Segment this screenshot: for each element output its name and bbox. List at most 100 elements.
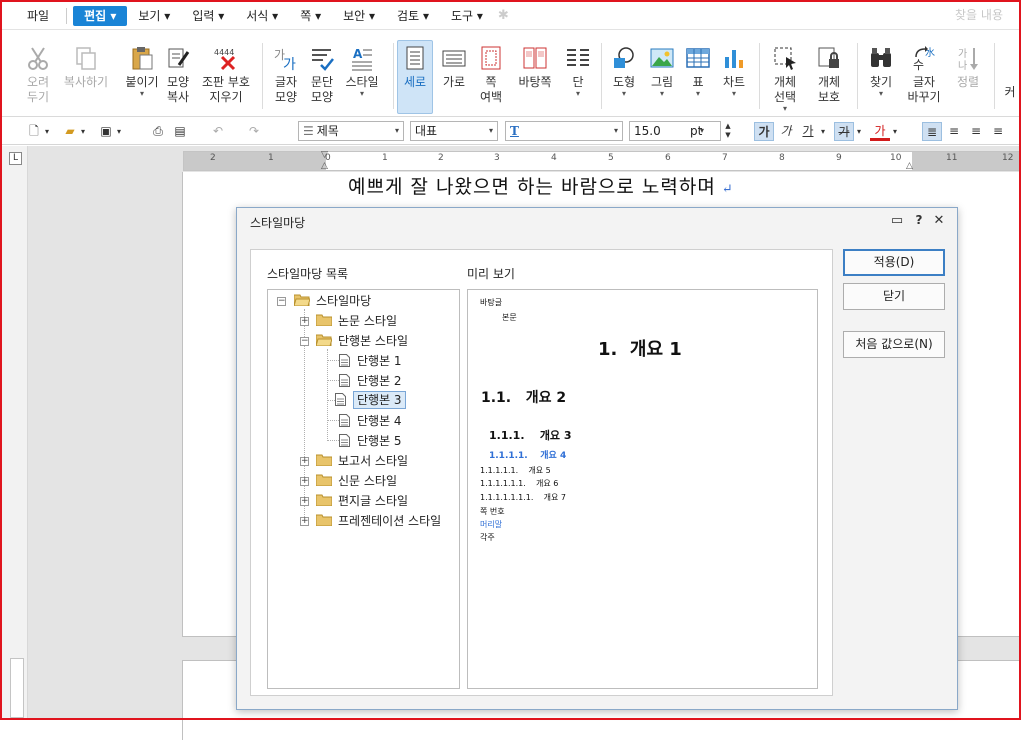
object-protect-button[interactable]: 개체 보호	[806, 41, 852, 115]
chevron-down-icon[interactable]: ▾	[42, 122, 52, 141]
style-select[interactable]: ☰ 제목 ▾	[298, 121, 404, 141]
strike-button[interactable]: 가	[834, 122, 854, 141]
preview-icon[interactable]: ▤	[170, 122, 190, 141]
columns-label: 단	[572, 75, 584, 89]
menu-view[interactable]: 보기 ▾	[127, 6, 181, 26]
tree-item-book-1[interactable]: 단행본 1	[339, 352, 402, 370]
tree-expand-toggle[interactable]: +	[300, 497, 309, 506]
typeset-code-remove-button[interactable]: 4444 조판 부호 지우기	[196, 41, 256, 115]
tree-group-book[interactable]: 단행본 스타일	[316, 332, 408, 350]
tree-item-book-5[interactable]: 단행본 5	[339, 432, 402, 450]
indent-marker-icon[interactable]: △	[321, 161, 328, 171]
dialog-minimize-icon[interactable]: ▭	[889, 213, 905, 228]
italic-button[interactable]: 가	[776, 122, 796, 141]
tree-expand-toggle[interactable]: +	[300, 517, 309, 526]
help-icon[interactable]: ?	[911, 213, 927, 227]
tree-group-letter[interactable]: 편지글 스타일	[316, 492, 408, 510]
landscape-label: 가로	[442, 75, 466, 89]
reset-button[interactable]: 처음 값으로(N)	[843, 331, 945, 358]
tree-group-newspaper[interactable]: 신문 스타일	[316, 472, 397, 490]
master-page-button[interactable]: 바탕쪽	[512, 41, 558, 115]
gear-icon[interactable]: ✱	[498, 8, 509, 23]
cut-button[interactable]: 오려 두기	[12, 41, 64, 115]
close-icon[interactable]: ✕	[931, 213, 947, 228]
ruler-number: 1	[268, 153, 274, 163]
menu-review[interactable]: 검토 ▾	[386, 6, 440, 26]
tree-collapse-toggle[interactable]: −	[300, 337, 309, 346]
style-tree[interactable]: − 스타일마당 + 논문 스타일 − 단행본 스타일 단행본 1 단행본 2 단…	[267, 289, 460, 689]
align-right-icon[interactable]: ≡	[988, 122, 1008, 141]
page-margin-button[interactable]: 쪽 여백	[470, 41, 512, 115]
chart-button[interactable]: 차트 ▾	[714, 41, 754, 115]
underline-button[interactable]: 가	[798, 122, 818, 141]
menu-edit[interactable]: 편집 ▾	[73, 5, 128, 26]
font-language-select[interactable]: 대표 ▾	[410, 121, 498, 141]
object-select-button[interactable]: 개체 선택 ▾	[762, 41, 808, 115]
chevron-down-icon[interactable]: ▾	[854, 122, 864, 141]
copy-button[interactable]: 복사하기	[58, 41, 114, 115]
save-icon[interactable]: ▣	[96, 122, 116, 141]
tree-group-paper[interactable]: 논문 스타일	[316, 312, 397, 330]
menu-page[interactable]: 쪽 ▾	[289, 6, 332, 26]
tree-item-book-2[interactable]: 단행본 2	[339, 372, 402, 390]
tree-collapse-toggle[interactable]: −	[277, 297, 286, 306]
tree-expand-toggle[interactable]: +	[300, 457, 309, 466]
ruler-tab-selector[interactable]: L	[9, 152, 22, 165]
ribbon-divider	[994, 43, 995, 109]
bold-button[interactable]: 가	[754, 122, 774, 141]
search-input[interactable]: 찾을 내용	[955, 6, 1003, 23]
menu-file[interactable]: 파일	[16, 6, 60, 26]
find-button[interactable]: 찾기 ▾	[858, 41, 904, 115]
tree-item-book-4[interactable]: 단행본 4	[339, 412, 402, 430]
menu-insert[interactable]: 입력 ▾	[181, 6, 235, 26]
font-color-button[interactable]: 가	[870, 122, 890, 141]
right-indent-marker-icon[interactable]: △	[906, 161, 913, 171]
landscape-button[interactable]: 가로	[434, 41, 474, 115]
close-button[interactable]: 닫기	[843, 283, 945, 310]
horizontal-ruler[interactable]: 2 1 0 1 2 3 4 5 6 7 8 9 10 11 12 ▽ △ △	[183, 150, 1021, 171]
dialog-titlebar[interactable]: 스타일마당 ▭ ? ✕	[237, 208, 957, 235]
tree-expand-toggle[interactable]: +	[300, 317, 309, 326]
font-name-select[interactable]: T ▾	[505, 121, 623, 141]
chevron-down-icon: ▾	[394, 126, 399, 135]
tree-root-item[interactable]: 스타일마당	[294, 292, 371, 310]
shape-button[interactable]: 도형 ▾	[604, 41, 644, 115]
tree-expand-toggle[interactable]: +	[300, 477, 309, 486]
table-button[interactable]: 표 ▾	[678, 41, 718, 115]
replace-button[interactable]: 수水 글자 바꾸기	[900, 41, 948, 115]
open-folder-icon[interactable]: ▰	[60, 122, 80, 141]
chevron-down-icon[interactable]: ▾	[114, 122, 124, 141]
preview-base: 바탕글	[480, 298, 503, 307]
ruler-number: 1	[382, 153, 388, 163]
tree-item-book-3[interactable]: 단행본 3	[335, 391, 406, 409]
portrait-button[interactable]: 세로	[397, 40, 433, 114]
align-justify-icon[interactable]: ≣	[922, 122, 942, 141]
columns-button[interactable]: 단 ▾	[558, 41, 598, 115]
picture-button[interactable]: 그림 ▾	[642, 41, 682, 115]
indent-marker-icon[interactable]: ▽	[321, 150, 328, 160]
document-text-line[interactable]: 예쁘게 잘 나왔으면 하는 바람으로 노력하며 ↵	[348, 172, 734, 199]
align-left-icon[interactable]: ≡	[944, 122, 964, 141]
align-center-icon[interactable]: ≡	[966, 122, 986, 141]
menu-tools[interactable]: 도구 ▾	[440, 6, 494, 26]
vertical-ruler	[10, 658, 24, 718]
chevron-down-icon[interactable]: ▾	[78, 122, 88, 141]
chevron-down-icon[interactable]: ▾	[890, 122, 900, 141]
apply-button[interactable]: 적용(D)	[843, 249, 945, 276]
print-icon[interactable]: ⎙	[148, 122, 168, 141]
font-size-field[interactable]: 15.0 pt ▾	[629, 121, 721, 141]
new-document-icon[interactable]: 🗋	[24, 122, 44, 141]
style-button[interactable]: A 스타일 ▾	[336, 41, 388, 115]
redo-icon[interactable]: ↷	[244, 122, 264, 141]
tree-group-report[interactable]: 보고서 스타일	[316, 452, 408, 470]
chevron-down-icon[interactable]: ▾	[818, 122, 828, 141]
sort-button[interactable]: 가나 정렬	[946, 41, 990, 115]
menu-format[interactable]: 서식 ▾	[235, 6, 289, 26]
chevron-down-icon: ▾	[699, 126, 704, 135]
para-shape-icon	[312, 49, 334, 71]
undo-icon[interactable]: ↶	[208, 122, 228, 141]
size-stepper[interactable]: ▲ ▼	[722, 122, 734, 141]
menu-security[interactable]: 보안 ▾	[332, 6, 386, 26]
ruler-number: 6	[665, 153, 671, 163]
tree-group-presentation[interactable]: 프레젠테이션 스타일	[316, 512, 441, 530]
